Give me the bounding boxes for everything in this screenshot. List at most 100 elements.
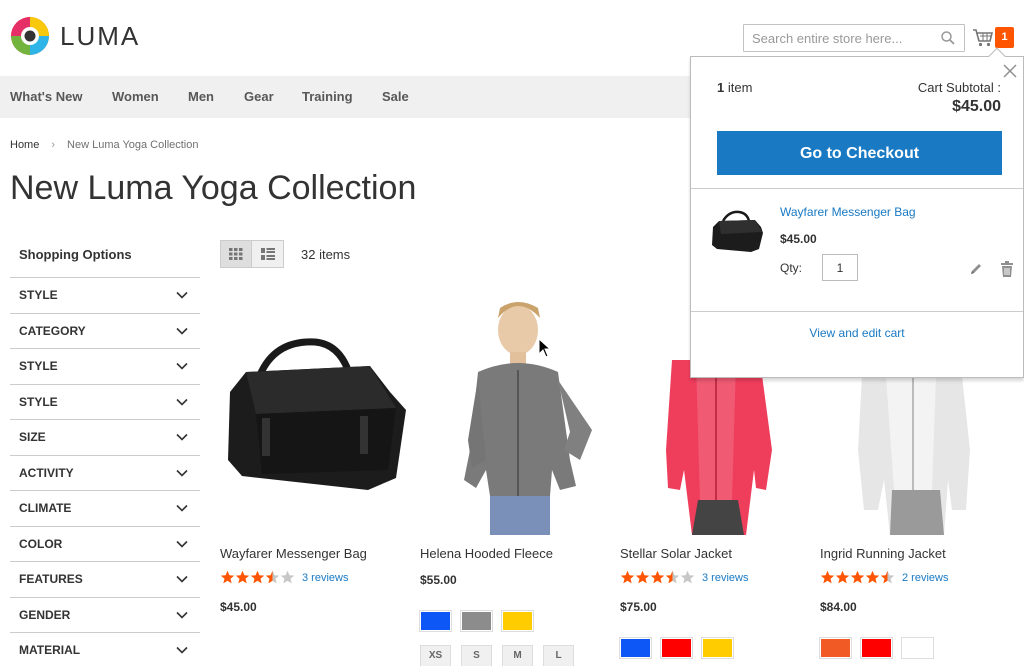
- filter-color[interactable]: Color: [10, 527, 200, 562]
- rating-stars: [220, 570, 295, 585]
- color-swatch[interactable]: [460, 610, 493, 632]
- filter-gender[interactable]: Gender: [10, 598, 200, 633]
- star-icon: [635, 570, 650, 584]
- minicart-dropdown: 1 item Cart Subtotal : $45.00 Go to Chec…: [690, 56, 1024, 378]
- chevron-right-icon: ›: [51, 139, 56, 151]
- size-swatch[interactable]: XS: [420, 645, 451, 666]
- chevron-down-icon: [176, 362, 188, 370]
- filter-label: Color: [19, 536, 63, 551]
- star-icon: [850, 570, 865, 584]
- product-name[interactable]: Stellar Solar Jacket: [620, 546, 732, 561]
- product-name[interactable]: Wayfarer Messenger Bag: [220, 546, 367, 561]
- chevron-down-icon: [176, 504, 188, 512]
- nav-item-gear[interactable]: Gear: [244, 76, 274, 118]
- filter-climate[interactable]: Climate: [10, 491, 200, 527]
- filter-label: Style: [19, 288, 58, 302]
- reviews-link[interactable]: 3 reviews: [702, 572, 748, 584]
- rating-stars: [620, 570, 695, 585]
- nav-item-whats-new[interactable]: What's New: [10, 76, 82, 118]
- star-icon: [820, 570, 835, 584]
- search-box: [743, 24, 965, 52]
- search-input[interactable]: [744, 25, 934, 51]
- chevron-down-icon: [176, 433, 188, 441]
- chevron-down-icon: [176, 398, 188, 406]
- filter-style[interactable]: Style: [10, 278, 200, 314]
- color-swatch[interactable]: [501, 610, 534, 632]
- minicart-qty-label: Qty:: [780, 261, 803, 275]
- product-image-messenger-bag[interactable]: [220, 300, 410, 535]
- divider: [691, 188, 1023, 189]
- layered-navigation: Shopping Options Style Category Style Style…: [10, 240, 200, 666]
- star-icon: [880, 570, 895, 584]
- color-swatch[interactable]: [619, 637, 652, 659]
- color-swatch[interactable]: [701, 637, 734, 659]
- grid-mode-button[interactable]: [220, 240, 252, 268]
- reviews-link[interactable]: 3 reviews: [302, 572, 348, 584]
- size-swatches: XS S M L: [420, 645, 574, 666]
- nav-item-men[interactable]: Men: [188, 76, 214, 118]
- size-swatch[interactable]: M: [502, 645, 533, 666]
- star-icon: [835, 570, 850, 584]
- filter-category[interactable]: Category: [10, 314, 200, 349]
- product-price: $55.00: [420, 573, 457, 587]
- chevron-down-icon: [176, 291, 188, 299]
- reviews-link[interactable]: 2 reviews: [902, 572, 948, 584]
- color-swatch[interactable]: [860, 637, 893, 659]
- product-price: $84.00: [820, 600, 857, 614]
- nav-item-women[interactable]: Women: [112, 76, 159, 118]
- divider: [691, 311, 1023, 312]
- toolbar-amount: 32 items: [301, 246, 351, 262]
- product-price: $75.00: [620, 600, 657, 614]
- star-icon: [250, 570, 265, 584]
- color-swatch[interactable]: [819, 637, 852, 659]
- logo[interactable]: LUMA: [10, 16, 140, 56]
- filter-label: Material: [19, 643, 81, 657]
- pencil-icon[interactable]: [969, 262, 983, 276]
- rating-stars: [820, 570, 895, 585]
- shopping-options-heading: Shopping Options: [10, 240, 200, 278]
- filter-activity[interactable]: Activity: [10, 456, 200, 491]
- product-price: $45.00: [220, 600, 257, 614]
- filter-label: Gender: [19, 607, 71, 622]
- filter-style[interactable]: Style: [10, 385, 200, 420]
- product-name[interactable]: Helena Hooded Fleece: [420, 546, 553, 561]
- color-swatch[interactable]: [419, 610, 452, 632]
- product-image-helena-hooded-fleece[interactable]: [420, 300, 610, 536]
- filter-features[interactable]: Features: [10, 562, 200, 598]
- chevron-down-icon: [176, 327, 188, 335]
- filter-style[interactable]: Style: [10, 349, 200, 385]
- filter-size[interactable]: Size: [10, 420, 200, 456]
- go-to-checkout-button[interactable]: Go to Checkout: [717, 131, 1002, 175]
- trash-icon[interactable]: [1000, 261, 1014, 277]
- size-swatch[interactable]: L: [543, 645, 574, 666]
- grid-icon: [229, 248, 243, 260]
- chevron-down-icon: [176, 540, 188, 548]
- list-mode-button[interactable]: [252, 240, 284, 268]
- search-icon[interactable]: [940, 30, 956, 46]
- breadcrumb-current: New Luma Yoga Collection: [67, 139, 199, 151]
- list-icon: [260, 248, 275, 260]
- star-icon: [865, 570, 880, 584]
- breadcrumb: Home › New Luma Yoga Collection: [10, 139, 199, 151]
- product-rating: 2 reviews: [820, 570, 948, 585]
- star-icon: [220, 570, 235, 584]
- breadcrumb-home[interactable]: Home: [10, 139, 39, 151]
- minicart-item-name[interactable]: Wayfarer Messenger Bag: [780, 205, 916, 219]
- color-swatch[interactable]: [901, 637, 934, 659]
- nav-item-sale[interactable]: Sale: [382, 76, 409, 118]
- close-icon[interactable]: [1003, 64, 1017, 78]
- product-item: Helena Hooded Fleece $55.00 XS S M L: [419, 300, 610, 666]
- color-swatch[interactable]: [660, 637, 693, 659]
- minicart-qty-input[interactable]: [822, 254, 858, 281]
- size-swatch[interactable]: S: [461, 645, 492, 666]
- cart-subtotal-amount: $45.00: [952, 98, 1001, 115]
- product-name[interactable]: Ingrid Running Jacket: [820, 546, 946, 561]
- cart-count-badge: 1: [995, 27, 1014, 48]
- view-and-edit-cart-link[interactable]: View and edit cart: [691, 326, 1023, 340]
- nav-item-training[interactable]: Training: [302, 76, 353, 118]
- filter-label: Size: [19, 430, 46, 444]
- filter-material[interactable]: Material: [10, 633, 200, 666]
- minicart-item-thumbnail[interactable]: [709, 207, 765, 257]
- filter-label: Activity: [19, 465, 74, 480]
- color-swatches: [819, 637, 934, 659]
